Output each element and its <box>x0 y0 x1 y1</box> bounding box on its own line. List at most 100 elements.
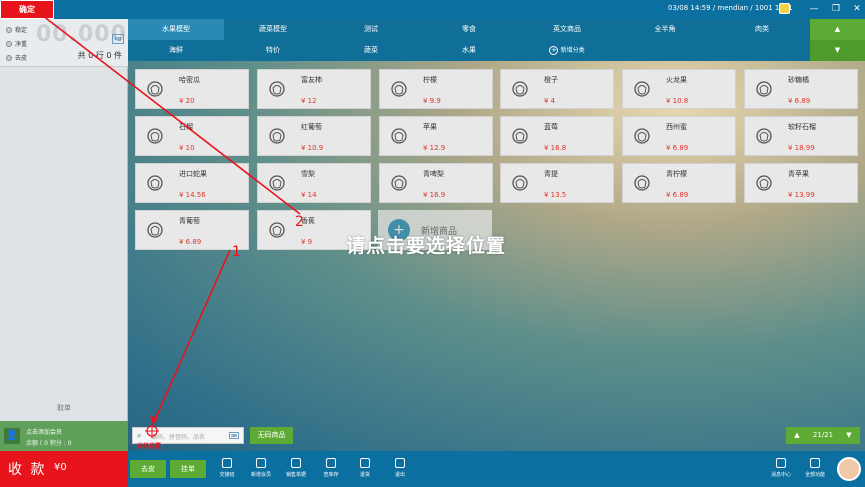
product-tile[interactable]: 蓝莓 ¥ 16.8 <box>500 116 614 156</box>
product-name: 青柠檬 <box>666 170 687 178</box>
tab-category[interactable]: 肉类 <box>714 19 810 40</box>
return-goods-button[interactable]: 退货 <box>350 458 380 482</box>
handover-icon <box>222 458 232 468</box>
product-price: ¥ 10 <box>179 144 195 152</box>
product-name: 蓝莓 <box>544 123 558 131</box>
shift-handover-button[interactable]: 交接班 <box>212 458 242 482</box>
status-dot-icon <box>6 26 12 33</box>
product-tile[interactable]: 火龙果 ¥ 10.8 <box>622 69 736 109</box>
add-category-button[interactable]: + 新增分类 <box>518 40 616 61</box>
keyboard-icon[interactable]: ⌨ <box>229 432 239 439</box>
product-image-icon <box>147 222 163 238</box>
sales-records-button[interactable]: 销售单据 <box>281 458 311 482</box>
product-image-icon <box>147 128 163 144</box>
close-button[interactable]: ✕ <box>851 2 863 16</box>
add-member-button[interactable]: 新增会员 <box>246 458 276 482</box>
product-tile[interactable]: 苹果 ¥ 12.9 <box>379 116 493 156</box>
tab-category[interactable]: 蔬菜模型 <box>224 19 322 40</box>
product-image-icon <box>756 81 772 97</box>
status-dot-icon <box>6 40 12 47</box>
checkout-label: 收 款 <box>8 462 47 478</box>
order-summary: 共 0 行 0 件 <box>77 51 122 60</box>
current-position-label: 当前位置 <box>137 443 162 450</box>
product-tile[interactable]: 西州蜜 ¥ 6.89 <box>622 116 736 156</box>
tab-category[interactable]: 英文商品 <box>518 19 616 40</box>
product-image-icon <box>269 81 285 97</box>
product-price: ¥ 13.5 <box>544 191 567 199</box>
tab-category[interactable]: 特价 <box>224 40 322 61</box>
product-price: ¥ 16.9 <box>423 191 446 199</box>
tab-category[interactable]: 海鲜 <box>128 40 224 61</box>
product-name: 青苹果 <box>788 170 809 178</box>
hold-order-button[interactable]: 挂单 <box>170 460 206 478</box>
annotation-number-2: 2 <box>295 214 304 230</box>
product-tile[interactable]: 青柠檬 ¥ 6.89 <box>622 163 736 203</box>
confirm-button[interactable]: 确定 <box>0 0 54 19</box>
page-indicator: 21/21 <box>808 427 838 444</box>
product-name: 西州蜜 <box>666 123 687 131</box>
product-tile[interactable]: 哈密瓜 ¥ 20 <box>135 69 249 109</box>
product-name: 青葡萄 <box>179 217 200 225</box>
page-next-button[interactable]: ▼ <box>838 427 860 444</box>
product-tile[interactable]: 软籽石榴 ¥ 18.99 <box>744 116 858 156</box>
product-name: 砂糖橘 <box>788 76 809 84</box>
product-image-icon <box>147 175 163 191</box>
product-price: ¥ 12.9 <box>423 144 446 152</box>
product-tile[interactable]: 富友柿 ¥ 12 <box>257 69 371 109</box>
peel-button[interactable]: 去皮 <box>130 460 166 478</box>
product-image-icon <box>147 81 163 97</box>
product-name: 雪梨 <box>301 170 315 178</box>
product-tile[interactable]: 青提 ¥ 13.5 <box>500 163 614 203</box>
product-image-icon <box>269 222 285 238</box>
cashier-avatar[interactable] <box>837 457 861 481</box>
member-add-label: 点击添加会员 <box>26 429 63 436</box>
message-center-button[interactable]: 消息中心 <box>766 458 796 482</box>
arrow-head-icon <box>150 416 158 425</box>
title-bar: 03/08 14:59 / mendian / 1001 1001 — ❐ ✕ <box>0 0 865 19</box>
tab-category[interactable]: 水果模型 <box>128 19 224 40</box>
all-functions-button[interactable]: 全部功能 <box>800 458 830 482</box>
page-prev-button[interactable]: ▲ <box>786 427 808 444</box>
product-image-icon <box>756 128 772 144</box>
scale-display: 稳定 净重 去皮 00.000 kg 共 0 行 0 件 <box>0 19 128 67</box>
product-image-icon <box>269 175 285 191</box>
barcode-free-product-button[interactable]: 无码商品 <box>250 427 293 444</box>
user-avatar-icon[interactable] <box>779 3 790 14</box>
scale-option-net: 净重 <box>6 39 27 48</box>
product-image-icon <box>269 128 285 144</box>
search-placeholder: 编码、拼音码、品名 <box>151 434 206 441</box>
product-price: ¥ 13.99 <box>788 191 815 199</box>
member-balance-info: 余额 ( 0 积分 : 0 <box>26 440 72 447</box>
product-image-icon <box>512 128 528 144</box>
tab-category[interactable]: 蔬菜 <box>322 40 420 61</box>
product-image-icon <box>512 175 528 191</box>
category-scroll-down-button[interactable]: ▼ <box>810 40 865 61</box>
selection-prompt: 请点击要选择位置 <box>346 235 507 257</box>
maximize-button[interactable]: ❐ <box>830 2 842 16</box>
category-scroll-up-button[interactable]: ▲ <box>810 19 865 40</box>
member-add-area[interactable]: 👤 点击添加会员 余额 ( 0 积分 : 0 <box>0 421 128 451</box>
checkout-amount: ¥0 <box>54 462 67 473</box>
product-tile[interactable]: 青啤梨 ¥ 16.9 <box>379 163 493 203</box>
status-text: 03/08 14:59 / mendian / 1001 1001 <box>668 4 793 12</box>
tab-category[interactable]: 全半角 <box>616 19 714 40</box>
product-price: ¥ 6.89 <box>666 191 689 199</box>
product-tile[interactable]: 青苹果 ¥ 13.99 <box>744 163 858 203</box>
tab-category[interactable]: 测试 <box>322 19 420 40</box>
product-tile[interactable]: 石榴 ¥ 10 <box>135 116 249 156</box>
tab-category[interactable]: 零食 <box>420 19 518 40</box>
product-tile[interactable]: 柠檬 ¥ 9.9 <box>379 69 493 109</box>
minimize-button[interactable]: — <box>808 2 820 16</box>
product-tile[interactable]: 红葡萄 ¥ 10.9 <box>257 116 371 156</box>
check-inventory-button[interactable]: 查库存 <box>316 458 346 482</box>
tab-category[interactable]: 水果 <box>420 40 518 61</box>
product-tile[interactable]: 进口蛇果 ¥ 14.56 <box>135 163 249 203</box>
product-name: 苹果 <box>423 123 437 131</box>
product-image-icon <box>634 128 650 144</box>
take-order-button[interactable]: 取单 <box>0 403 128 413</box>
exit-button[interactable]: 退出 <box>385 458 415 482</box>
product-tile[interactable]: 砂糖橘 ¥ 6.89 <box>744 69 858 109</box>
product-tile[interactable]: 橙子 ¥ 4 <box>500 69 614 109</box>
checkout-button[interactable]: 收 款 ¥0 <box>0 451 128 487</box>
product-tile[interactable]: 雪梨 ¥ 14 <box>257 163 371 203</box>
